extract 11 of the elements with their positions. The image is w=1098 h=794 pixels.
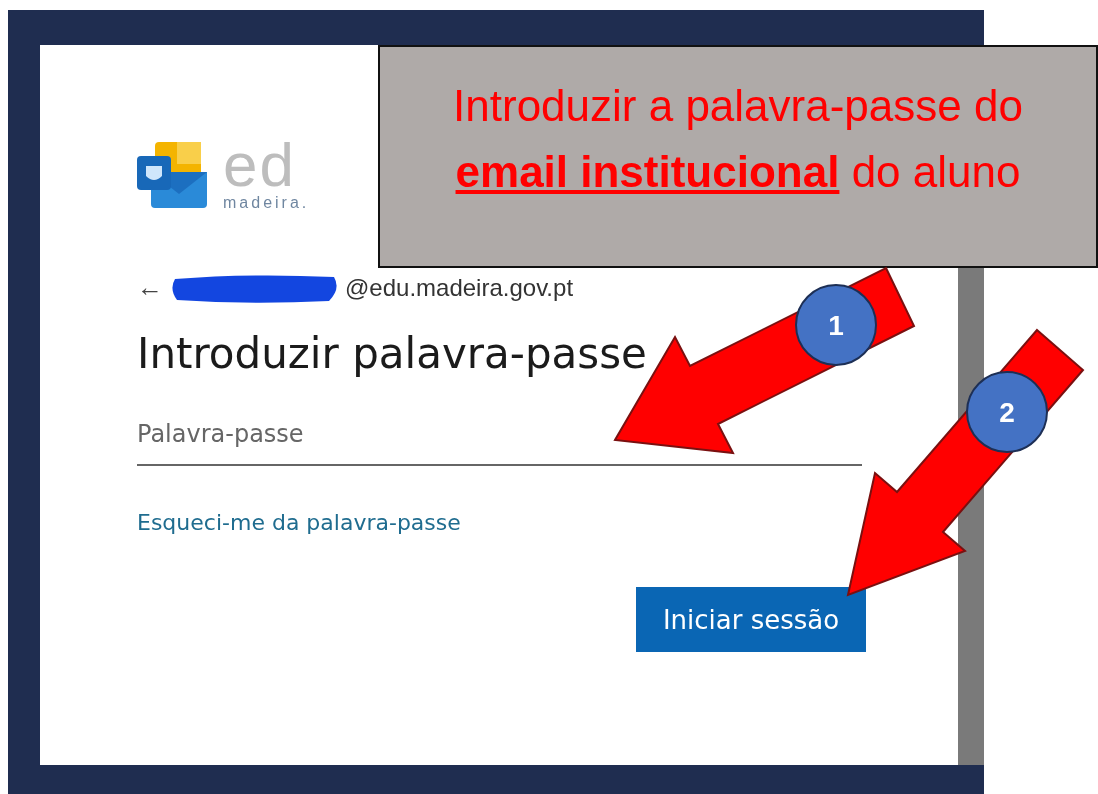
account-email: @edu.madeira.gov.pt <box>345 273 574 302</box>
page-heading: Introduzir palavra-passe <box>137 329 648 378</box>
back-arrow[interactable]: ← <box>137 272 163 303</box>
sign-in-button[interactable]: Iniciar sessão <box>636 587 866 652</box>
logo-wordmark: ed <box>223 137 296 193</box>
instruction-text: Introduzir a palavra-passe do email institucional do aluno <box>452 80 1024 198</box>
forgot-password-link[interactable]: Esqueci-me da palavra-passe <box>137 510 461 535</box>
mail-app-icon <box>137 141 209 208</box>
step-number-marker: 1 <box>795 284 877 366</box>
step-number-marker: 2 <box>966 371 1048 453</box>
logo-subtitle: madeira. <box>223 193 310 212</box>
